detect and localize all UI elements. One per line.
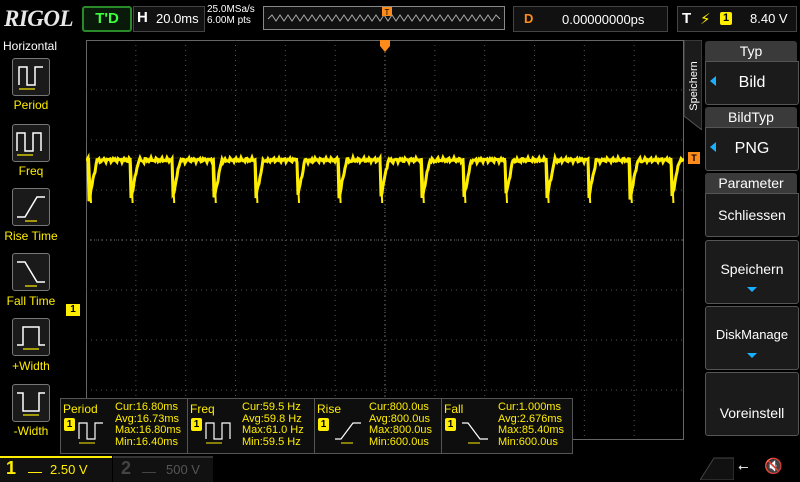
trigger-position-value: 0.00000000ps (562, 12, 645, 27)
preset-label: Voreinstell (719, 405, 785, 421)
trigger-position-label: D (524, 11, 534, 26)
channel2-scale: 500 V (166, 462, 200, 477)
brand-logo: RIGOL (4, 6, 74, 31)
freq-label: Freq (18, 164, 44, 178)
freq-button[interactable] (12, 124, 50, 162)
channel2-number: 2 (121, 458, 132, 478)
speaker-muted-icon[interactable]: 🔇 (764, 457, 783, 475)
status-tab-decoration (700, 457, 734, 480)
rising-edge-icon: ⚡ (700, 11, 711, 28)
timebase-readout[interactable]: H 20.0ms (133, 6, 205, 32)
measurement-name: Period (63, 402, 98, 416)
measurement-name: Rise (317, 402, 342, 416)
pos-width-icon (17, 326, 45, 350)
save-softkey[interactable]: Speichern (705, 240, 799, 304)
rise-time-icon (17, 196, 45, 222)
memory-trigger-marker-label: T (385, 8, 390, 17)
down-arrow-icon (747, 287, 757, 292)
disk-manage-softkey[interactable]: DiskManage (705, 306, 799, 370)
dc-coupling-icon (142, 462, 156, 473)
measurement-values: Cur:59.5 Hz Avg:59.8 Hz Max:61.0 Hz Min:59.… (242, 401, 304, 448)
period-icon (78, 422, 103, 444)
measurement-values: Cur:800.0us Avg:800.0us Max:800.0us Min:600… (369, 401, 432, 448)
measurement-period[interactable]: Period 1 Cur:16.80ms Avg:16.73ms Max:16.80… (60, 398, 188, 454)
neg-width-label: -Width (13, 424, 49, 438)
measurement-name: Freq (190, 402, 215, 416)
memory-depth: 6.00M pts (207, 15, 251, 26)
type-softkey[interactable]: Bild (705, 61, 799, 105)
waveform-dip (670, 157, 675, 204)
waveform-dip (296, 157, 300, 204)
waveform-dip (504, 157, 508, 204)
disk-manage-label: DiskManage (715, 327, 789, 342)
rise-time-button[interactable] (12, 188, 50, 226)
menu-tab-label: Speichern (688, 61, 700, 111)
period-label: Period (13, 98, 49, 112)
parameter-header: Parameter (705, 173, 797, 193)
image-type-softkey[interactable]: PNG (705, 127, 799, 171)
memory-waveform-preview: T (267, 7, 501, 22)
measurement-channel-badge: 1 (64, 418, 75, 431)
image-type-header: BildTyp (705, 107, 797, 127)
trigger-label: T (682, 10, 692, 27)
memory-overview-strip[interactable]: T (263, 6, 505, 30)
measurement-channel-badge: 1 (191, 418, 202, 431)
usb-icon: ⭠ (738, 459, 749, 474)
measurement-rise[interactable]: Rise 1 Cur:800.0us Avg:800.0us Max:800.0us… (314, 398, 442, 454)
trigger-level-marker[interactable]: T (688, 152, 700, 164)
fall-time-button[interactable] (12, 253, 50, 291)
measurement-freq[interactable]: Freq 1 Cur:59.5 Hz Avg:59.8 Hz Max:61.0 Hz… (187, 398, 315, 454)
timebase-value: 20.0ms (156, 11, 199, 26)
channel1-scale: 2.50 V (50, 462, 88, 477)
period-button[interactable] (12, 58, 50, 96)
fall-time-icon (462, 422, 488, 444)
measure-sidebar-title: Horizontal (2, 39, 58, 53)
trigger-time-marker (380, 40, 390, 52)
pos-width-label: +Width (12, 359, 50, 373)
parameter-value: Schliessen (718, 207, 786, 223)
rise-time-icon (335, 422, 361, 444)
fall-time-label: Fall Time (6, 294, 56, 308)
measurement-name: Fall (444, 402, 464, 416)
rise-time-label: Rise Time (4, 229, 58, 243)
freq-icon (205, 422, 231, 444)
trigger-level-value: 8.40 V (750, 11, 788, 26)
acquisition-info: 25.0MSa/s 6.00M pts (207, 4, 255, 26)
trigger-settings-readout[interactable]: T ⚡ 1 8.40 V (677, 6, 797, 32)
period-icon (18, 66, 43, 90)
neg-width-icon (17, 392, 45, 416)
type-value: Bild (738, 74, 766, 91)
channel1-offset-marker[interactable]: 1 (66, 304, 80, 316)
measurement-fall[interactable]: Fall 1 Cur:1.000ms Avg:2.676ms Max:85.40ms… (441, 398, 573, 454)
neg-width-button[interactable] (12, 384, 50, 422)
dc-coupling-icon (28, 462, 42, 473)
measurement-values: Cur:1.000ms Avg:2.676ms Max:85.40ms Min:600… (498, 401, 565, 448)
measurement-values: Cur:16.80ms Avg:16.73ms Max:16.80ms Min:16.… (115, 401, 182, 448)
preset-softkey[interactable]: Voreinstell (705, 372, 799, 436)
image-type-value: PNG (734, 140, 770, 157)
type-header: Typ (705, 41, 797, 61)
parameter-softkey[interactable]: Schliessen (705, 193, 799, 237)
down-arrow-icon (747, 353, 757, 358)
waveform-display[interactable] (86, 40, 684, 440)
sample-rate: 25.0MSa/s (207, 4, 255, 15)
channel1-number: 1 (6, 458, 17, 478)
pos-width-button[interactable] (12, 318, 50, 356)
timebase-label: H (137, 9, 148, 26)
trigger-status-badge: T'D (82, 6, 132, 32)
fall-time-icon (17, 261, 45, 287)
save-label: Speichern (720, 261, 784, 277)
freq-icon (16, 132, 42, 156)
softkey-menu: Typ Bild BildTyp PNG Parameter Schliesse… (703, 38, 800, 460)
trigger-position-readout[interactable]: D 0.00000000ps (513, 6, 668, 32)
svg-text:Speichern: Speichern (688, 61, 700, 111)
measurement-channel-badge: 1 (445, 418, 456, 431)
trigger-source-badge: 1 (720, 12, 732, 25)
measurement-channel-badge: 1 (318, 418, 329, 431)
